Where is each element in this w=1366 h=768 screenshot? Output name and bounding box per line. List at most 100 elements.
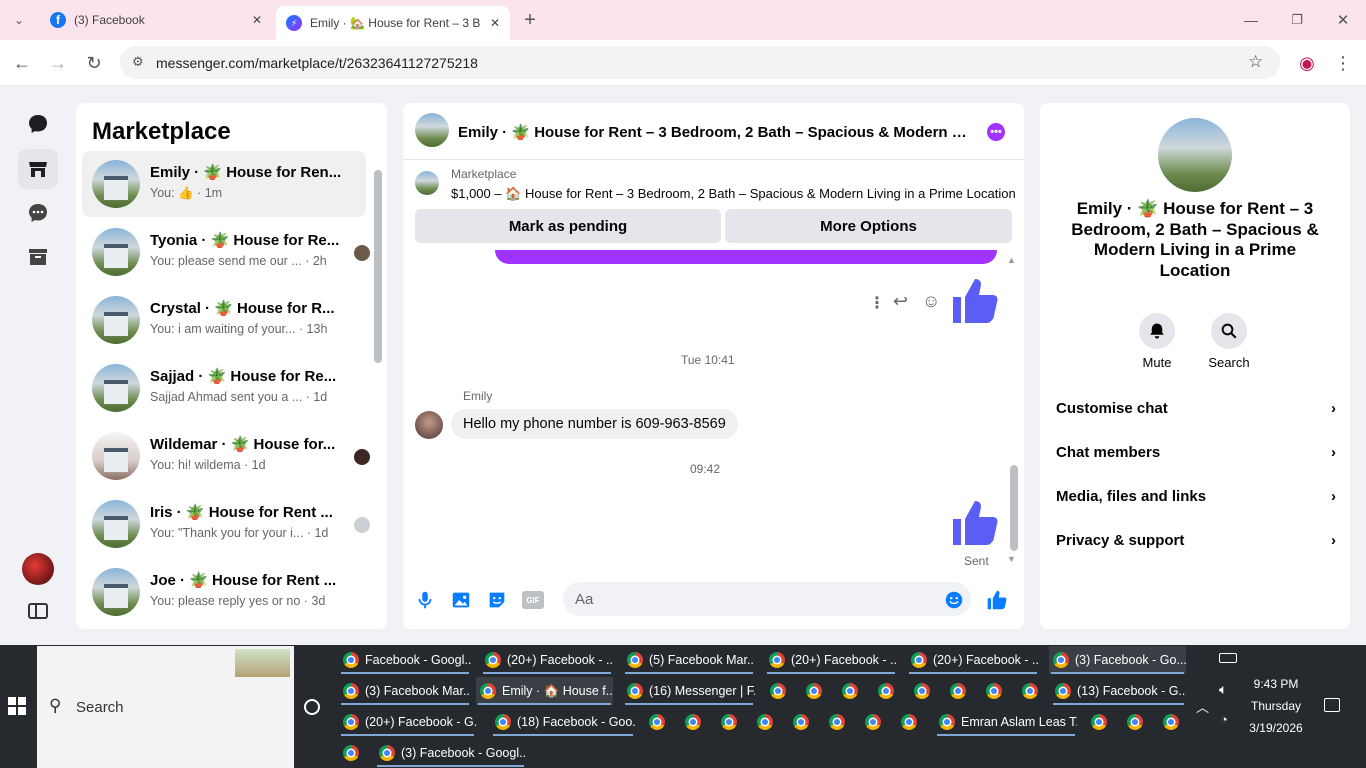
back-icon[interactable]: ← (9, 50, 35, 76)
taskbar-chrome-window[interactable]: (3) Facebook - Go... (1049, 646, 1186, 674)
network-icon[interactable]: ◔ (1220, 712, 1228, 727)
sticker-icon[interactable] (486, 589, 508, 611)
react-icon[interactable]: ☺ (922, 291, 940, 312)
conversation-crystal[interactable]: Crystal · 🪴 House for R... You: i am wai… (82, 287, 366, 353)
volume-icon[interactable]: 🔈︎ (1219, 681, 1227, 698)
mute-button[interactable]: Mute (1127, 313, 1187, 370)
chat-scrollbar[interactable] (1010, 465, 1018, 551)
taskbar-chrome-window[interactable]: Facebook - Googl... (339, 646, 471, 674)
listing-photo[interactable] (1158, 118, 1232, 192)
browser-menu-icon[interactable]: ⋮ (1330, 50, 1356, 76)
close-tab-icon[interactable]: ✕ (490, 16, 500, 30)
conversation-sajjad[interactable]: Sajjad · 🪴 House for Re... Sajjad Ahmad … (82, 355, 366, 421)
taskbar-chrome-window[interactable]: (20+) Facebook - ... (765, 646, 897, 674)
privacy-support-row[interactable]: Privacy & support › (1056, 532, 1336, 549)
taskbar-chrome-window[interactable]: Emran Aslam Leas T... (935, 708, 1077, 736)
emoji-icon[interactable] (943, 589, 965, 611)
conversation-emily[interactable]: Emily · 🪴 House for Ren... You: 👍 · 1m (82, 151, 366, 217)
microphone-icon[interactable] (414, 589, 436, 611)
conversation-wildemar[interactable]: Wildemar · 🪴 House for... You: hi! wilde… (82, 423, 370, 489)
message-requests-icon[interactable] (18, 193, 58, 233)
taskbar-chrome-window[interactable]: (20+) Facebook - ... (481, 646, 613, 674)
taskbar-chrome-icon[interactable] (1087, 710, 1111, 734)
taskbar-chrome-icon[interactable] (681, 710, 705, 734)
conversation-info-icon[interactable]: ••• (987, 123, 1005, 141)
chat-title[interactable]: Emily · 🪴 House for Rent – 3 Bedroom, 2 … (458, 123, 968, 141)
clock-day[interactable]: Thursday (1246, 699, 1306, 713)
photo-icon[interactable] (450, 589, 472, 611)
mark-as-pending-button[interactable]: Mark as pending (415, 209, 721, 243)
new-tab-icon[interactable]: + (517, 7, 543, 33)
scroll-up-icon[interactable]: ▲ (1007, 255, 1016, 265)
taskbar-chrome-icon[interactable] (861, 710, 885, 734)
minimize-icon[interactable]: — (1238, 7, 1264, 33)
list-scrollbar[interactable] (374, 170, 382, 363)
clock-date[interactable]: 3/19/2026 (1246, 721, 1306, 735)
chat-avatar[interactable] (415, 113, 449, 147)
url-field[interactable]: ⚙ messenger.com/marketplace/t/2632364112… (120, 46, 1280, 79)
clock-time[interactable]: 9:43 PM (1246, 677, 1306, 691)
taskbar-chrome-window[interactable]: (20+) Facebook - ... (907, 646, 1039, 674)
listing-title[interactable]: $1,000 – 🏠 House for Rent – 3 Bedroom, 2… (451, 186, 1016, 202)
forward-icon[interactable]: → (45, 50, 71, 76)
reload-icon[interactable]: ↻ (81, 50, 107, 76)
taskbar-chrome-icon[interactable] (982, 679, 1006, 703)
taskbar-chrome-icon[interactable] (1159, 710, 1183, 734)
bookmark-star-icon[interactable]: ☆ (1248, 52, 1263, 72)
taskbar-chrome-icon[interactable] (1123, 710, 1147, 734)
taskbar-chrome-window[interactable]: (16) Messenger | F... (623, 677, 755, 705)
taskbar-chrome-window[interactable]: Emily · 🏠 House f... (476, 677, 613, 705)
taskbar-chrome-icon[interactable] (766, 679, 790, 703)
taskbar-chrome-icon[interactable] (1018, 679, 1042, 703)
show-hidden-icons-icon[interactable]: ︿ (1196, 697, 1209, 716)
taskbar-chrome-window[interactable]: (18) Facebook - Goo... (491, 708, 635, 736)
taskbar-chrome-icon[interactable] (789, 710, 813, 734)
sender-avatar[interactable] (415, 411, 443, 439)
tab-facebook[interactable]: f (3) Facebook ✕ (40, 0, 272, 40)
taskbar-chrome-icon[interactable] (838, 679, 862, 703)
media-files-links-row[interactable]: Media, files and links › (1056, 488, 1336, 505)
taskbar-chrome-window[interactable]: (3) Facebook Mar... (339, 677, 471, 705)
reply-icon[interactable]: ↩ (893, 291, 908, 312)
tab-messenger[interactable]: ⚡ Emily · 🏡 House for Rent – 3 B ✕ (276, 6, 510, 40)
message-input[interactable]: Aa (563, 582, 971, 616)
sidebar-toggle-icon[interactable] (18, 591, 58, 631)
taskbar-chrome-window[interactable]: (13) Facebook - G... (1051, 677, 1186, 705)
taskbar-chrome-icon[interactable] (874, 679, 898, 703)
gif-icon[interactable]: GIF (522, 591, 544, 609)
chats-icon[interactable] (18, 104, 58, 144)
windows-start-icon[interactable] (8, 697, 26, 720)
more-options-button[interactable]: More Options (725, 209, 1012, 243)
conversation-iris[interactable]: Iris · 🪴 House for Rent ... You: "Thank … (82, 491, 370, 557)
taskbar-chrome-icon[interactable] (717, 710, 741, 734)
taskbar-chrome-window[interactable]: (5) Facebook Mar... (623, 646, 755, 674)
chat-members-row[interactable]: Chat members › (1056, 444, 1336, 461)
marketplace-icon[interactable] (18, 149, 58, 189)
taskbar-chrome-icon[interactable] (897, 710, 921, 734)
close-tab-icon[interactable]: ✕ (252, 13, 262, 27)
restore-icon[interactable]: ❐ (1284, 7, 1310, 33)
like-send-icon[interactable] (986, 589, 1008, 611)
taskbar-chrome-window[interactable]: (20+) Facebook - G... (339, 708, 476, 736)
message-more-icon[interactable]: ⋮ (869, 293, 885, 313)
taskbar-search-box[interactable]: ⚲ Search (37, 646, 294, 768)
taskbar-chrome-icon[interactable] (825, 710, 849, 734)
conversation-joe[interactable]: Joe · 🪴 House for Rent ... You: please r… (82, 559, 366, 625)
scroll-down-icon[interactable]: ▼ (1007, 554, 1016, 564)
received-message-bubble[interactable]: Hello my phone number is 609-963-8569 (451, 409, 738, 439)
taskbar-chrome-icon[interactable] (753, 710, 777, 734)
search-in-conversation-button[interactable]: Search (1199, 313, 1259, 370)
user-avatar[interactable] (22, 553, 54, 585)
taskbar-chrome-icon[interactable] (910, 679, 934, 703)
site-info-icon[interactable]: ⚙ (132, 54, 144, 70)
conversation-tyonia[interactable]: Tyonia · 🪴 House for Re... You: please s… (82, 219, 370, 285)
battery-icon[interactable] (1219, 653, 1237, 663)
notifications-icon[interactable] (1324, 698, 1340, 712)
customise-chat-row[interactable]: Customise chat › (1056, 400, 1336, 417)
taskbar-chrome-icon[interactable] (339, 741, 363, 765)
profile-icon[interactable]: ◉ (1294, 50, 1320, 76)
cortana-icon[interactable] (304, 699, 320, 715)
tab-search-chevron-icon[interactable]: ⌄ (6, 7, 32, 33)
archive-icon[interactable] (18, 237, 58, 277)
taskbar-chrome-icon[interactable] (802, 679, 826, 703)
